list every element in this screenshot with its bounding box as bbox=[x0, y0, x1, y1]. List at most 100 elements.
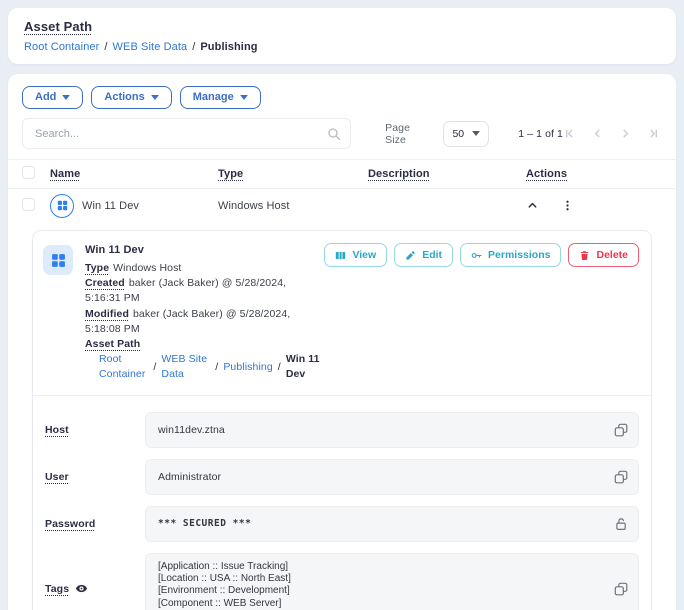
pencil-icon bbox=[405, 250, 416, 261]
collapse-row-button[interactable] bbox=[526, 199, 539, 212]
copy-user-button[interactable] bbox=[614, 470, 628, 484]
path-link-web-site-data[interactable]: WEB Site Data bbox=[161, 352, 210, 382]
row-menu-button[interactable] bbox=[561, 199, 574, 212]
copy-icon bbox=[614, 470, 628, 484]
edit-button[interactable]: Edit bbox=[394, 243, 453, 267]
actions-button[interactable]: Actions bbox=[91, 86, 171, 109]
view-button[interactable]: View bbox=[324, 243, 387, 267]
first-page-icon[interactable] bbox=[563, 127, 576, 140]
password-field-row: Password *** SECURED *** bbox=[43, 506, 639, 542]
asset-detail-panel: Win 11 Dev Type Windows Host Createdbaker… bbox=[32, 230, 652, 610]
page-size-value: 50 bbox=[452, 128, 464, 140]
delete-button[interactable]: Delete bbox=[568, 243, 639, 267]
eye-icon[interactable] bbox=[75, 582, 88, 595]
permissions-button-label: Permissions bbox=[488, 249, 550, 261]
asset-path-label: Asset Path bbox=[85, 338, 140, 350]
permissions-button[interactable]: Permissions bbox=[460, 243, 561, 267]
edit-button-label: Edit bbox=[422, 249, 442, 261]
windows-host-icon bbox=[43, 245, 73, 275]
windows-host-icon bbox=[50, 194, 74, 218]
column-header-description[interactable]: Description bbox=[368, 168, 430, 180]
unlock-icon bbox=[614, 517, 628, 531]
breadcrumb-separator: / bbox=[104, 41, 107, 53]
copy-icon bbox=[614, 423, 628, 437]
type-label: Type bbox=[85, 262, 109, 274]
main-panel: Add Actions Manage Page Size 50 1 – bbox=[8, 74, 676, 610]
host-field: win11dev.ztna bbox=[145, 412, 639, 448]
next-page-icon[interactable] bbox=[619, 127, 632, 140]
search-box bbox=[22, 118, 351, 149]
password-label: Password bbox=[45, 518, 95, 530]
password-value: *** SECURED *** bbox=[158, 518, 251, 529]
trash-icon bbox=[579, 250, 590, 261]
column-header-name[interactable]: Name bbox=[50, 168, 80, 180]
page-title: Asset Path bbox=[24, 19, 92, 34]
asset-path-breadcrumb: Root Container / WEB Site Data / Publish… bbox=[85, 352, 324, 382]
search-input[interactable] bbox=[23, 119, 350, 148]
actions-button-label: Actions bbox=[104, 91, 144, 103]
type-value: Windows Host bbox=[113, 262, 181, 274]
created-label: Created bbox=[85, 277, 125, 289]
tags-label: Tags bbox=[45, 583, 69, 595]
host-value: win11dev.ztna bbox=[158, 424, 225, 436]
pagination-range: 1 – 1 of 1 bbox=[518, 128, 563, 140]
unlock-password-button[interactable] bbox=[614, 517, 628, 531]
chevron-down-icon bbox=[151, 95, 159, 100]
path-separator: / bbox=[278, 360, 281, 375]
breadcrumb-separator: / bbox=[192, 41, 195, 53]
copy-tags-button[interactable] bbox=[614, 582, 628, 596]
chevron-up-icon bbox=[526, 199, 539, 212]
last-page-icon[interactable] bbox=[647, 127, 660, 140]
row-name: Win 11 Dev bbox=[82, 200, 139, 212]
asset-created-row: Createdbaker (Jack Baker) @ 5/28/2024, 5… bbox=[85, 276, 324, 306]
host-field-row: Host win11dev.ztna bbox=[43, 412, 639, 448]
user-field-row: User Administrator bbox=[43, 459, 639, 495]
chevron-down-icon bbox=[472, 131, 480, 136]
key-icon bbox=[471, 250, 482, 261]
detail-info: Win 11 Dev Type Windows Host Createdbaker… bbox=[85, 243, 324, 383]
path-separator: / bbox=[153, 360, 156, 375]
delete-button-label: Delete bbox=[596, 249, 628, 261]
view-table-icon bbox=[335, 250, 346, 261]
modified-label: Modified bbox=[85, 308, 129, 320]
path-link-publishing[interactable]: Publishing bbox=[223, 360, 272, 375]
tags-field: [Application :: Issue Tracking] [Locatio… bbox=[145, 553, 639, 610]
path-separator: / bbox=[215, 360, 218, 375]
asset-type-row: Type Windows Host bbox=[85, 261, 324, 276]
tags-field-row: Tags [Application :: Issue Tracking] [Lo… bbox=[43, 553, 639, 610]
column-header-type[interactable]: Type bbox=[218, 168, 243, 180]
pagination-controls bbox=[563, 127, 660, 140]
path-link-root-container[interactable]: Root Container bbox=[99, 352, 148, 382]
divider bbox=[33, 395, 651, 396]
password-field: *** SECURED *** bbox=[145, 506, 639, 542]
breadcrumb-link-web-site-data[interactable]: WEB Site Data bbox=[113, 41, 188, 53]
copy-host-button[interactable] bbox=[614, 423, 628, 437]
page: Asset Path Root Container / WEB Site Dat… bbox=[0, 0, 684, 610]
detail-actions: View Edit Permissions Delete bbox=[324, 243, 639, 267]
add-button[interactable]: Add bbox=[22, 86, 83, 109]
host-label: Host bbox=[45, 424, 69, 436]
tags-textarea[interactable]: [Application :: Issue Tracking] [Locatio… bbox=[146, 554, 638, 610]
asset-modified-row: Modifiedbaker (Jack Baker) @ 5/28/2024, … bbox=[85, 307, 324, 337]
kebab-menu-icon bbox=[561, 199, 574, 212]
add-button-label: Add bbox=[35, 91, 56, 103]
manage-button-label: Manage bbox=[193, 91, 234, 103]
select-all-checkbox[interactable] bbox=[22, 166, 35, 179]
search-row: Page Size 50 1 – 1 of 1 bbox=[8, 118, 676, 149]
page-size-select[interactable]: 50 bbox=[443, 121, 489, 147]
row-checkbox[interactable] bbox=[22, 198, 35, 211]
breadcrumb-link-root-container[interactable]: Root Container bbox=[24, 41, 99, 53]
table-header: Name Type Description Actions bbox=[8, 160, 676, 189]
header-card: Asset Path Root Container / WEB Site Dat… bbox=[8, 8, 676, 64]
view-button-label: View bbox=[352, 249, 376, 261]
user-field: Administrator bbox=[145, 459, 639, 495]
user-label: User bbox=[45, 471, 69, 483]
breadcrumb-current: Publishing bbox=[200, 41, 257, 53]
breadcrumb: Root Container / WEB Site Data / Publish… bbox=[24, 41, 660, 53]
asset-name: Win 11 Dev bbox=[85, 243, 324, 259]
manage-button[interactable]: Manage bbox=[180, 86, 261, 109]
column-header-actions: Actions bbox=[526, 168, 567, 180]
chevron-down-icon bbox=[62, 95, 70, 100]
previous-page-icon[interactable] bbox=[591, 127, 604, 140]
user-value: Administrator bbox=[158, 471, 221, 483]
